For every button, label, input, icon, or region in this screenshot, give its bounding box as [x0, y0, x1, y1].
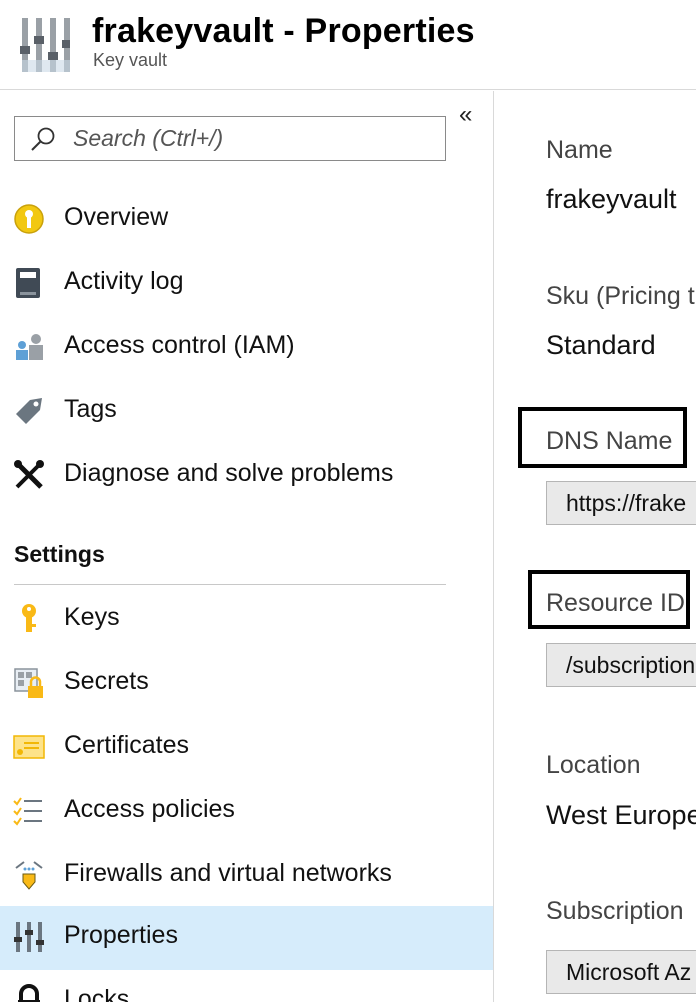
properties-icon: [14, 922, 44, 952]
collapse-sidebar-button[interactable]: «: [459, 103, 472, 127]
sidebar-item-access-control[interactable]: Access control (IAM): [0, 316, 493, 380]
dns-name-field[interactable]: https://frake: [546, 481, 696, 525]
location-value: West Europe: [546, 800, 696, 830]
sidebar-item-label: Access control (IAM): [64, 331, 295, 359]
search-icon: [31, 127, 55, 151]
resource-id-label: Resource ID: [546, 589, 685, 617]
search-input[interactable]: [73, 117, 433, 160]
sku-label: Sku (Pricing t: [546, 282, 695, 310]
sidebar-item-label: Properties: [64, 921, 178, 949]
sidebar-item-diagnose[interactable]: Diagnose and solve problems: [0, 444, 493, 508]
sidebar-item-label: Keys: [64, 603, 120, 631]
dns-name-label: DNS Name: [546, 427, 673, 455]
page-subtitle: Key vault: [93, 50, 168, 70]
overview-icon: [14, 204, 44, 234]
settings-section-header: Settings: [14, 541, 105, 567]
name-label: Name: [546, 136, 613, 164]
sidebar-item-label: Diagnose and solve problems: [64, 459, 394, 487]
sku-value: Standard: [546, 330, 656, 360]
sidebar-item-locks[interactable]: Locks: [0, 970, 493, 1002]
lock-icon: [18, 984, 40, 1002]
sidebar-item-label: Certificates: [64, 731, 190, 759]
search-box[interactable]: [14, 116, 446, 161]
tools-icon: [14, 460, 44, 489]
sidebar-item-tags[interactable]: Tags: [0, 380, 493, 444]
subscription-field[interactable]: Microsoft Az: [546, 950, 696, 994]
properties-panel: Name frakeyvault Sku (Pricing t Standard…: [495, 91, 696, 1002]
access-control-icon: [16, 334, 43, 360]
sidebar-item-certificates[interactable]: Certificates: [0, 716, 493, 780]
activity-log-icon: [16, 268, 40, 298]
key-icon: [22, 604, 36, 632]
properties-sliders-icon: [20, 18, 70, 72]
sidebar-item-keys[interactable]: Keys: [0, 588, 493, 652]
sidebar-item-label: Firewalls and virtual networks: [64, 859, 392, 887]
section-divider: [14, 584, 446, 585]
sidebar-item-label: Locks: [64, 985, 130, 1002]
sidebar: « Overview Activity log A: [0, 91, 494, 1002]
sidebar-item-label: Activity log: [64, 267, 184, 295]
sidebar-item-label: Overview: [64, 203, 169, 231]
sidebar-item-access-policies[interactable]: Access policies: [0, 780, 493, 844]
sidebar-item-activity-log[interactable]: Activity log: [0, 252, 493, 316]
resource-id-field[interactable]: /subscription: [546, 643, 696, 687]
location-label: Location: [546, 751, 641, 779]
tag-icon: [16, 398, 42, 424]
sidebar-item-secrets[interactable]: Secrets: [0, 652, 493, 716]
page-title: frakeyvault - Properties: [92, 12, 475, 50]
name-value: frakeyvault: [546, 184, 677, 214]
sidebar-item-label: Secrets: [64, 667, 149, 695]
firewall-icon: [15, 861, 43, 890]
sidebar-item-label: Tags: [64, 395, 117, 423]
secret-icon: [14, 668, 43, 698]
access-policies-icon: [13, 797, 42, 826]
sidebar-item-label: Access policies: [64, 795, 235, 823]
sidebar-item-firewalls[interactable]: Firewalls and virtual networks: [0, 844, 493, 908]
sidebar-item-properties[interactable]: Properties: [0, 906, 493, 970]
subscription-label: Subscription: [546, 897, 684, 925]
certificate-icon: [13, 735, 45, 759]
blade-header: frakeyvault - Properties Key vault: [0, 0, 696, 90]
sidebar-item-overview[interactable]: Overview: [0, 188, 493, 252]
